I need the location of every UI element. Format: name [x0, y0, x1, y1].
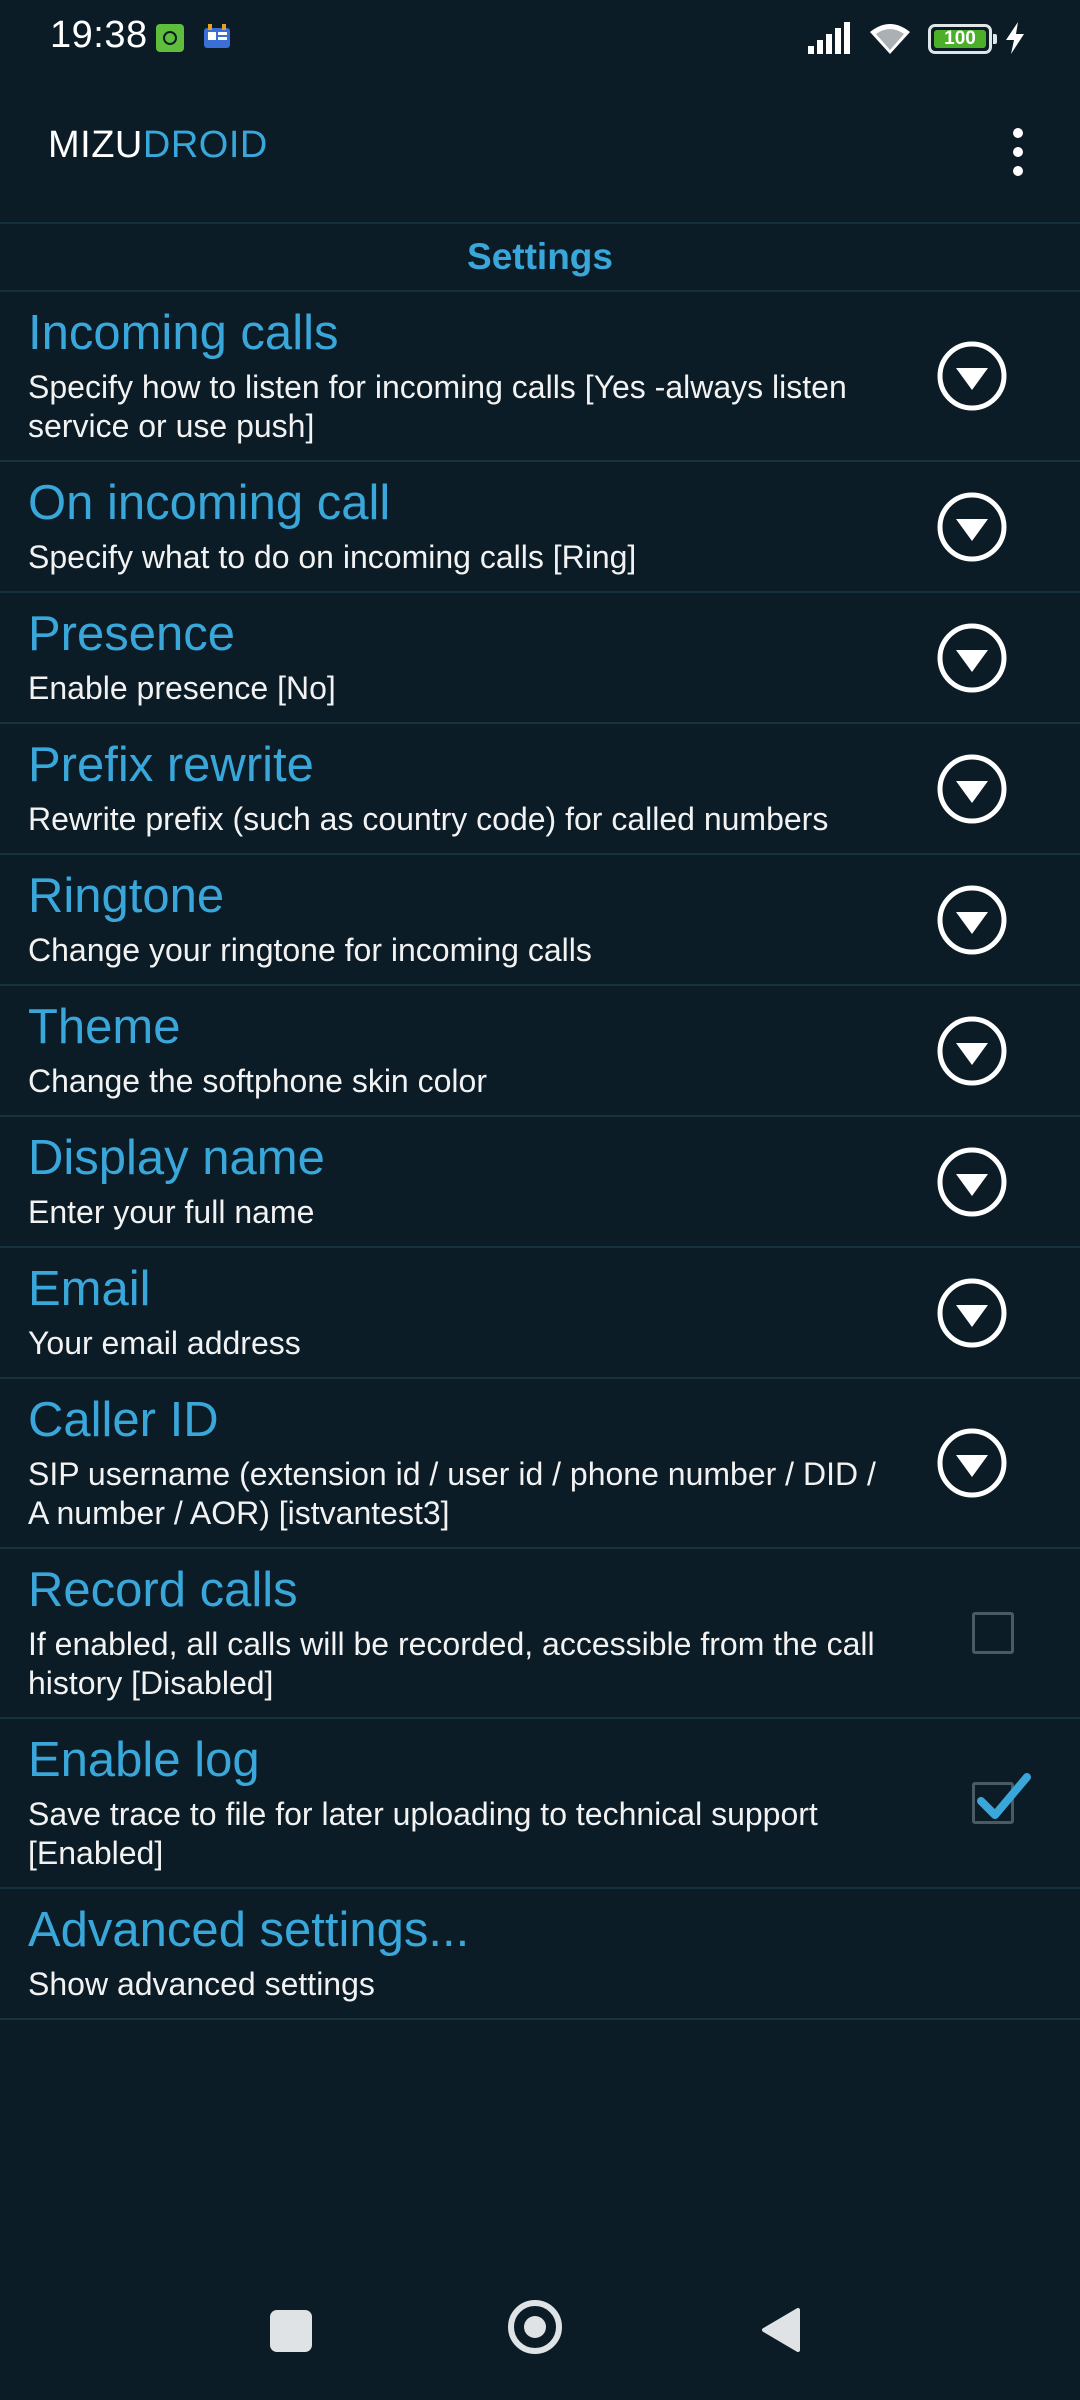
overflow-menu-icon[interactable]: [1000, 122, 1036, 182]
notification-app-icon: [156, 24, 184, 52]
setting-prefix-rewrite[interactable]: Prefix rewrite Rewrite prefix (such as c…: [0, 724, 1080, 855]
dropdown-button[interactable]: [936, 1277, 1008, 1349]
dropdown-button[interactable]: [936, 1015, 1008, 1087]
setting-description: SIP username (extension id / user id / p…: [28, 1456, 876, 1531]
charging-bolt-icon: [1006, 22, 1024, 54]
chevron-down-circle-icon: [937, 341, 1007, 411]
setting-on-incoming-call[interactable]: On incoming call Specify what to do on i…: [0, 462, 1080, 593]
setting-title: Email: [28, 1262, 151, 1316]
chevron-down-circle-icon: [937, 623, 1007, 692]
setting-record-calls[interactable]: Record calls If enabled, all calls will …: [0, 1549, 1080, 1719]
home-icon[interactable]: [508, 2300, 562, 2354]
signal-icon: [808, 22, 850, 54]
notification-card-icon: [204, 24, 230, 48]
record-calls-checkbox-wrap[interactable]: [966, 1612, 1014, 1654]
setting-description: Rewrite prefix (such as country code) fo…: [28, 801, 829, 837]
setting-description: Change your ringtone for incoming calls: [28, 932, 592, 968]
setting-title: Enable log: [28, 1733, 260, 1787]
wifi-icon: [870, 24, 910, 54]
dropdown-button[interactable]: [936, 491, 1008, 563]
setting-description: Specify what to do on incoming calls [Ri…: [28, 539, 637, 575]
setting-title: Presence: [28, 607, 236, 661]
setting-ringtone[interactable]: Ringtone Change your ringtone for incomi…: [0, 855, 1080, 986]
dropdown-button[interactable]: [936, 1427, 1008, 1499]
setting-email[interactable]: Email Your email address: [0, 1248, 1080, 1379]
dropdown-button[interactable]: [936, 622, 1008, 694]
setting-incoming-calls[interactable]: Incoming calls Specify how to listen for…: [0, 292, 1080, 462]
record-calls-checkbox[interactable]: [972, 1612, 1014, 1654]
setting-enable-log[interactable]: Enable log Save trace to file for later …: [0, 1719, 1080, 1889]
setting-title: Incoming calls: [28, 306, 339, 360]
setting-description: Enter your full name: [28, 1194, 315, 1230]
battery-level: 100: [934, 28, 986, 49]
setting-presence[interactable]: Presence Enable presence [No]: [0, 593, 1080, 724]
setting-theme[interactable]: Theme Change the softphone skin color: [0, 986, 1080, 1117]
chevron-down-circle-icon: [937, 754, 1007, 823]
app-title-mizu: MIZU: [48, 124, 143, 166]
setting-description: Specify how to listen for incoming calls…: [28, 369, 847, 444]
setting-title: Theme: [28, 1000, 181, 1054]
setting-title: On incoming call: [28, 476, 391, 530]
app-title: MIZUDROID: [48, 124, 268, 167]
back-icon[interactable]: [760, 2306, 802, 2354]
status-bar: 19:38 100: [0, 0, 1080, 78]
enable-log-checkbox-wrap[interactable]: [966, 1773, 1031, 1824]
setting-caller-id[interactable]: Caller ID SIP username (extension id / u…: [0, 1379, 1080, 1549]
setting-description: Save trace to file for later uploading t…: [28, 1796, 818, 1871]
settings-list: Incoming calls Specify how to listen for…: [0, 292, 1080, 2020]
setting-title: Caller ID: [28, 1393, 219, 1447]
chevron-down-circle-icon: [937, 1428, 1007, 1498]
chevron-down-circle-icon: [937, 1147, 1007, 1216]
setting-description: Your email address: [28, 1325, 301, 1361]
recents-icon[interactable]: [270, 2310, 312, 2352]
setting-title: Display name: [28, 1131, 325, 1185]
setting-title: Advanced settings...: [28, 1903, 470, 1957]
dropdown-button[interactable]: [936, 1146, 1008, 1218]
setting-description: If enabled, all calls will be recorded, …: [28, 1626, 875, 1701]
settings-header: Settings: [0, 222, 1080, 292]
dropdown-button[interactable]: [936, 753, 1008, 825]
setting-title: Record calls: [28, 1563, 298, 1617]
setting-title: Prefix rewrite: [28, 738, 314, 792]
system-nav-bar: [0, 2268, 1080, 2400]
chevron-down-circle-icon: [937, 1278, 1007, 1347]
dropdown-button[interactable]: [936, 340, 1008, 412]
setting-description: Show advanced settings: [28, 1966, 375, 2002]
checkmark-icon: [977, 1773, 1031, 1819]
setting-description: Change the softphone skin color: [28, 1063, 487, 1099]
battery-icon: 100: [928, 24, 997, 54]
status-time: 19:38: [50, 14, 148, 56]
setting-display-name[interactable]: Display name Enter your full name: [0, 1117, 1080, 1248]
enable-log-checkbox[interactable]: [972, 1773, 1031, 1824]
app-toolbar: MIZUDROID: [0, 78, 1080, 218]
chevron-down-circle-icon: [937, 1016, 1007, 1085]
chevron-down-circle-icon: [937, 492, 1007, 561]
setting-title: Ringtone: [28, 869, 225, 923]
setting-description: Enable presence [No]: [28, 670, 336, 706]
app-title-droid: DROID: [142, 124, 268, 166]
setting-advanced-settings[interactable]: Advanced settings... Show advanced setti…: [0, 1889, 1080, 2020]
dropdown-button[interactable]: [936, 884, 1008, 956]
chevron-down-circle-icon: [937, 885, 1007, 954]
